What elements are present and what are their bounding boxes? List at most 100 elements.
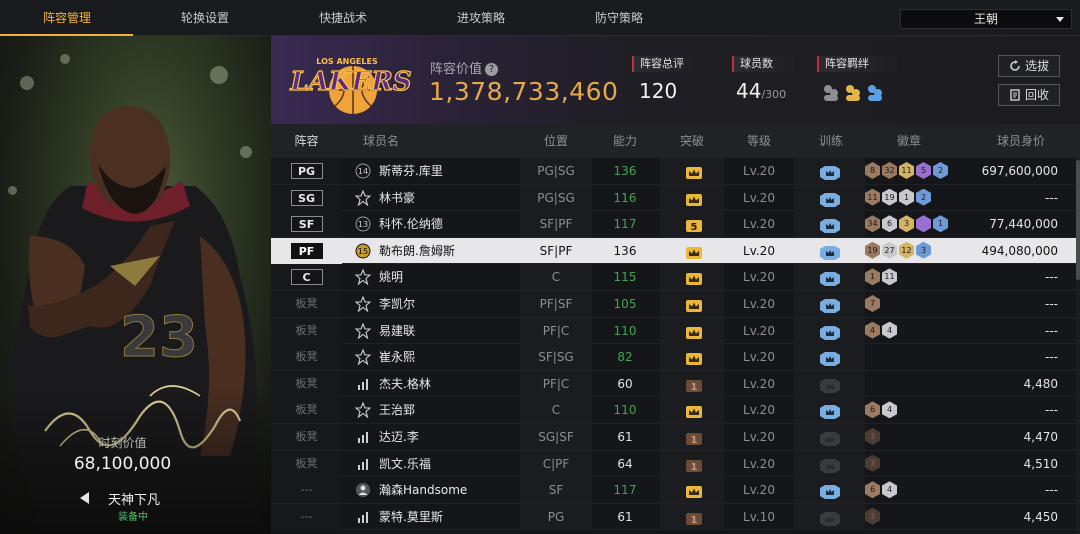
lineup-slot[interactable]: SG [271,184,342,211]
player-name[interactable]: 王治郅 [379,397,415,423]
chemistry-icons[interactable] [820,81,890,103]
player-name[interactable]: 林书豪 [379,185,415,211]
training-locked-icon[interactable] [819,378,841,397]
tab-quick-tactics[interactable]: 快捷战术 [303,0,383,36]
training-crown-icon[interactable] [819,404,841,423]
col-player-value[interactable]: 球员身价 [971,124,1071,158]
player-moment-card[interactable]: 23 时刻价值 68,100,000 天神下凡 装备中 [0,36,271,534]
lineup-slot[interactable]: SF [271,211,342,238]
recycle-button[interactable]: 回收 [998,84,1060,106]
col-level[interactable]: 等级 [719,124,799,158]
player-name[interactable]: 凯文.乐福 [379,451,431,477]
lineup-slot[interactable]: --- [271,477,342,504]
col-lineup[interactable]: 阵容 [271,124,342,158]
chevron-down-icon [1056,17,1064,22]
tab-lineup[interactable]: 阵容管理 [27,0,107,36]
player-name[interactable]: 勒布朗.詹姆斯 [379,238,455,264]
star-icon [354,322,372,343]
table-row[interactable]: 板凳 凯文.乐福 C|PF 64 1 Lv.20 3 4,510 [271,450,1076,478]
training-crown-icon[interactable] [819,325,841,344]
team-select-dropdown[interactable]: 王朝 [900,9,1072,29]
player-name[interactable]: 姚明 [379,264,403,290]
col-training[interactable]: 训练 [801,124,861,158]
scout-button[interactable]: 选拔 [998,55,1060,77]
table-row[interactable]: SF 13 科怀.伦纳德 SF|PF 117 5 Lv.20 34 6 3 1 77,440,000 [271,211,1076,238]
tab-defense-strategy[interactable]: 防守策略 [579,0,659,36]
lineup-slot[interactable]: 板凳 [271,370,342,397]
badge-icon: 11 [882,268,897,286]
table-row[interactable]: --- 瀚森Handsome SF 117 Lv.20 6 4 --- [271,477,1076,504]
training-crown-icon[interactable] [819,165,841,184]
col-badges[interactable]: 徽章 [865,124,953,158]
player-name[interactable]: 李凯尔 [379,291,415,317]
training-locked-icon[interactable] [819,431,841,450]
lineup-slot[interactable]: 板凳 [271,424,342,450]
lineup-slot[interactable]: 板凳 [271,450,342,477]
player-name[interactable]: 斯蒂芬.库里 [379,158,443,184]
table-row[interactable]: PG 14 斯蒂芬.库里 PG|SG 136 Lv.20 8 32 11 5 2 697,600,00… [271,158,1076,185]
table-row[interactable]: 板凳 达迈.李 SG|SF 61 1 Lv.20 3 4,470 [271,424,1076,451]
player-name[interactable]: 科怀.伦纳德 [379,211,443,237]
lineup-slot[interactable]: 板凳 [271,317,342,344]
player-name[interactable]: 易建联 [379,318,415,344]
table-row[interactable]: 板凳 李凯尔 PF|SF 105 Lv.20 7 --- [271,291,1076,318]
col-position[interactable]: 位置 [520,124,592,158]
training-locked-icon[interactable] [819,458,841,477]
lineup-slot[interactable]: --- [271,503,342,530]
training-locked-icon[interactable] [819,511,841,530]
training-crown-icon[interactable] [819,245,841,264]
player-position: SF|PF [539,217,573,232]
player-name[interactable]: 杰夫.格林 [379,371,431,397]
col-ability[interactable]: 能力 [592,124,658,158]
table-row[interactable]: SG 林书豪 PG|SG 116 Lv.20 11 19 1 2 --- [271,184,1076,212]
breakthrough-level-icon: 1 [685,511,703,530]
help-icon[interactable]: ? [485,63,499,76]
player-value: --- [1045,190,1058,205]
table-row[interactable]: 板凳 王治郅 C 110 Lv.20 6 4 --- [271,397,1076,424]
card-prev-arrow-icon[interactable] [80,492,89,504]
col-breakthrough[interactable]: 突破 [660,124,724,158]
player-position: C [551,403,561,418]
player-ability: 136 [613,164,637,178]
player-value: --- [1045,270,1058,285]
team-value-label: 阵容价值? [430,58,499,77]
lineup-slot[interactable]: C [271,264,342,291]
lineup-slot[interactable]: 板凳 [271,291,342,317]
table-row[interactable]: 板凳 易建联 PF|C 110 Lv.20 4 4 --- [271,317,1076,345]
player-name[interactable]: 崔永熙 [379,344,415,370]
player-name[interactable]: 蒙特.莫里斯 [379,504,443,530]
table-row[interactable]: PF 15 勒布朗.詹姆斯 SF|PF 136 Lv.20 19 27 12 3 494,080,0… [271,237,1076,265]
table-row[interactable]: 板凳 杰夫.格林 PF|C 60 1 Lv.20 4,480 [271,370,1076,398]
lineup-slot[interactable]: PG [271,158,342,184]
training-crown-icon[interactable] [819,351,841,370]
player-name[interactable]: 瀚森Handsome [379,477,467,503]
badge-icon: 11 [899,162,914,179]
breakthrough-crown-icon [685,298,703,317]
player-level: Lv.20 [743,456,775,471]
player-value: --- [1045,350,1058,365]
badge-list: 7 [865,295,882,313]
training-crown-icon[interactable] [819,271,841,290]
lineup-slot[interactable]: 板凳 [271,397,342,424]
tab-offense-strategy[interactable]: 进攻策略 [441,0,521,36]
table-row[interactable]: 板凳 崔永熙 SF|SG 82 Lv.20 --- [271,344,1076,371]
training-crown-icon[interactable] [819,192,841,211]
col-player-name[interactable]: 球员名 [351,124,411,158]
player-name[interactable]: 达迈.李 [379,424,419,450]
table-row[interactable]: C 姚明 C 115 Lv.20 1 11 --- [271,264,1076,291]
lakers-logo-icon: LOS ANGELES LAKERS [289,57,412,114]
player-count: 44/300 [736,79,787,103]
training-crown-icon[interactable] [819,218,841,237]
scrollbar-thumb[interactable] [1076,160,1080,280]
player-value: --- [1045,403,1058,418]
training-crown-icon[interactable] [819,298,841,317]
badge-icon: 2 [933,162,948,179]
lineup-slot[interactable]: PF [271,237,342,264]
tab-rotation[interactable]: 轮换设置 [165,0,245,36]
player-position: SF [548,483,564,498]
training-crown-icon[interactable] [819,484,841,503]
player-position: PF|C [542,376,570,391]
player-ability: 64 [617,456,633,471]
lineup-slot[interactable]: 板凳 [271,344,342,371]
table-row[interactable]: --- 蒙特.莫里斯 PG 61 1 Lv.10 3 4,450 [271,503,1076,531]
